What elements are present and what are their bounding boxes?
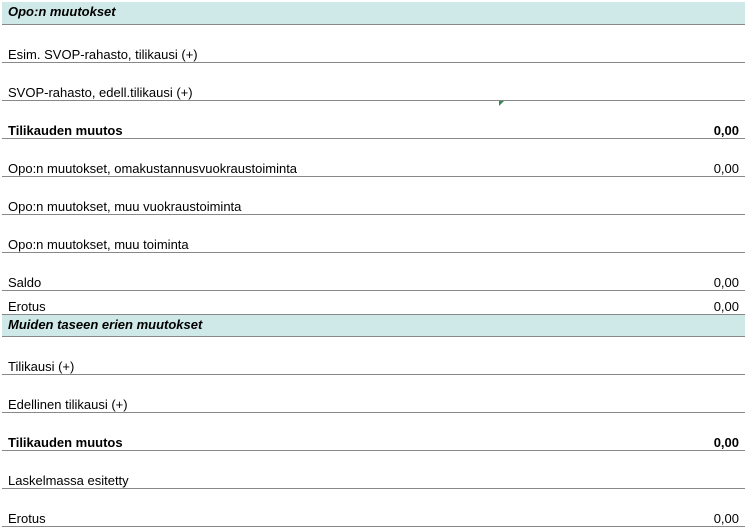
label-svop-edell: SVOP-rahasto, edell.tilikausi (+): [2, 62, 499, 100]
row-laskelmassa: Laskelmassa esitetty: [2, 450, 745, 488]
section2-header: Muiden taseen erien muutokset: [2, 314, 499, 336]
section1-header-row: Opo:n muutokset: [2, 2, 745, 24]
row-opo-muu-toiminta: Opo:n muutokset, muu toiminta: [2, 214, 745, 252]
value-tilikauden-muutos-2: 0,00: [499, 412, 745, 450]
label-svop-tilikausi: Esim. SVOP-rahasto, tilikausi (+): [2, 24, 499, 62]
label-erotus-2: Erotus: [2, 488, 499, 526]
section1-header-value: [499, 2, 745, 24]
row-tilikausi-plus: Tilikausi (+): [2, 336, 745, 374]
label-laskelmassa: Laskelmassa esitetty: [2, 450, 499, 488]
value-opo-muu-toiminta[interactable]: [499, 214, 745, 252]
value-opo-muu-vuokraus[interactable]: [499, 176, 745, 214]
value-tilikauden-muutos-1: 0,00: [499, 100, 745, 138]
section2-header-row: Muiden taseen erien muutokset: [2, 314, 745, 336]
value-erotus-2: 0,00: [499, 488, 745, 526]
label-saldo: Saldo: [2, 252, 499, 290]
row-opo-muu-vuokraus: Opo:n muutokset, muu vuokraustoiminta: [2, 176, 745, 214]
row-svop-edell: SVOP-rahasto, edell.tilikausi (+): [2, 62, 745, 100]
label-opo-omakustannus: Opo:n muutokset, omakustannusvuokraustoi…: [2, 138, 499, 176]
row-edellinen-tilikausi: Edellinen tilikausi (+): [2, 374, 745, 412]
label-tilikausi-plus: Tilikausi (+): [2, 336, 499, 374]
row-erotus-2: Erotus 0,00: [2, 488, 745, 526]
value-svop-edell[interactable]: [499, 62, 745, 100]
section1-header: Opo:n muutokset: [2, 2, 499, 24]
value-opo-omakustannus[interactable]: 0,00: [499, 138, 745, 176]
finance-table: Opo:n muutokset Esim. SVOP-rahasto, tili…: [2, 2, 745, 527]
label-tilikauden-muutos-2: Tilikauden muutos: [2, 412, 499, 450]
value-edellinen-tilikausi[interactable]: [499, 374, 745, 412]
value-laskelmassa[interactable]: [499, 450, 745, 488]
label-edellinen-tilikausi: Edellinen tilikausi (+): [2, 374, 499, 412]
section2-header-value: [499, 314, 745, 336]
value-svop-tilikausi[interactable]: [499, 24, 745, 62]
row-opo-omakustannus: Opo:n muutokset, omakustannusvuokraustoi…: [2, 138, 745, 176]
value-saldo: 0,00: [499, 252, 745, 290]
row-tilikauden-muutos-2: Tilikauden muutos 0,00: [2, 412, 745, 450]
value-erotus-1: 0,00: [499, 290, 745, 314]
label-opo-muu-vuokraus: Opo:n muutokset, muu vuokraustoiminta: [2, 176, 499, 214]
label-tilikauden-muutos-1: Tilikauden muutos: [2, 100, 499, 138]
row-svop-tilikausi: Esim. SVOP-rahasto, tilikausi (+): [2, 24, 745, 62]
value-tilikausi-plus[interactable]: [499, 336, 745, 374]
row-tilikauden-muutos-1: Tilikauden muutos 0,00: [2, 100, 745, 138]
label-opo-muu-toiminta: Opo:n muutokset, muu toiminta: [2, 214, 499, 252]
row-saldo: Saldo 0,00: [2, 252, 745, 290]
row-erotus-1: Erotus 0,00: [2, 290, 745, 314]
label-erotus-1: Erotus: [2, 290, 499, 314]
error-indicator-icon: [499, 101, 504, 106]
